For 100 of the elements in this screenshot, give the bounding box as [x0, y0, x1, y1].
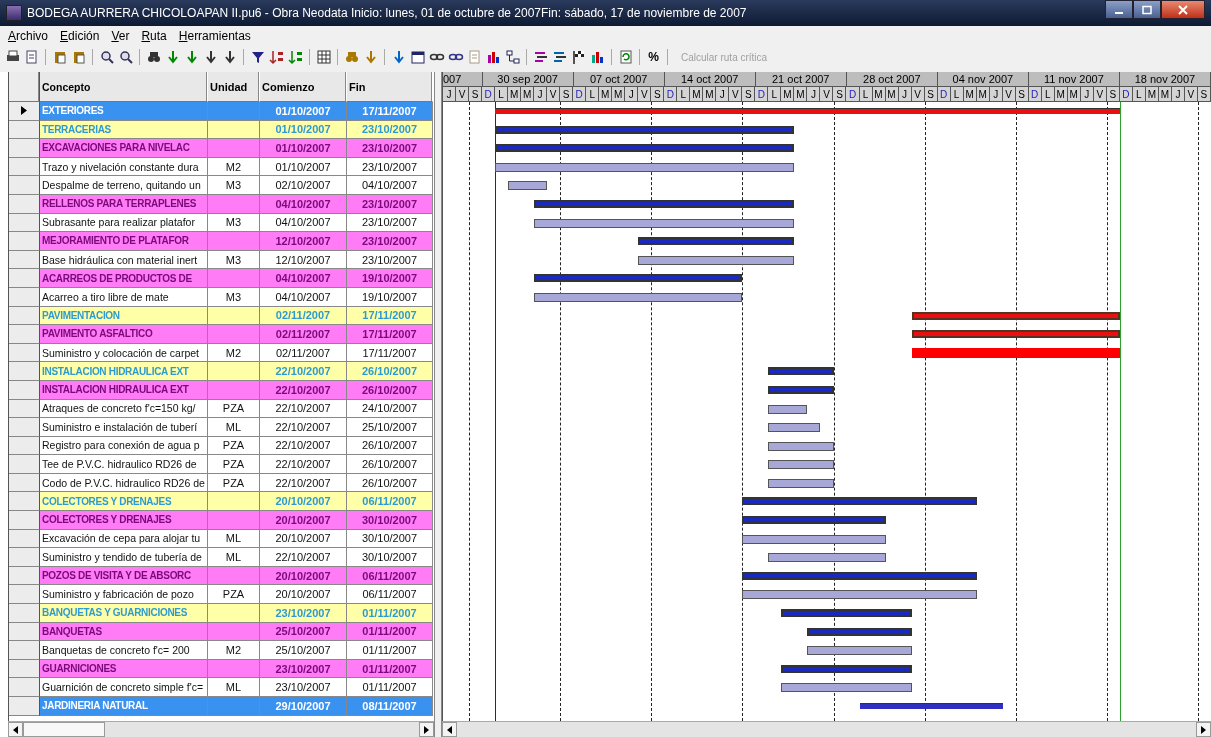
- row-pointer-icon: [21, 106, 27, 116]
- magnifier-icon[interactable]: [98, 48, 115, 66]
- maximize-button[interactable]: [1133, 0, 1161, 19]
- table-cell: 25/10/2007: [347, 418, 433, 437]
- table-cell: [208, 102, 260, 121]
- table-cell: 01/11/2007: [347, 641, 433, 660]
- table-cell: [208, 511, 260, 530]
- day-label: J: [625, 87, 639, 102]
- table-cell: 22/10/2007: [260, 418, 347, 437]
- table-cell: ACARREOS DE PRODUCTOS DE: [40, 269, 208, 288]
- table-cell: 26/10/2007: [347, 455, 433, 474]
- table-cell: 19/10/2007: [347, 269, 433, 288]
- close-button[interactable]: [1161, 0, 1205, 19]
- day-label: J: [807, 87, 821, 102]
- table-cell: 22/10/2007: [260, 436, 347, 456]
- sort-icon[interactable]: [287, 48, 304, 66]
- horizontal-scrollbar[interactable]: [8, 721, 434, 737]
- table-cell: 23/10/2007: [347, 232, 433, 251]
- table-cell: 17/11/2007: [347, 325, 433, 344]
- day-label: J: [443, 87, 456, 102]
- table-cell: 22/10/2007: [260, 455, 347, 474]
- day-label: M: [508, 87, 522, 102]
- row-header[interactable]: [9, 697, 40, 716]
- table-cell: M3: [208, 287, 260, 307]
- table-cell: 30/10/2007: [347, 548, 433, 567]
- magnifier-icon[interactable]: [117, 48, 134, 66]
- column-header[interactable]: Concepto: [40, 72, 208, 102]
- row-header[interactable]: [9, 176, 40, 195]
- row-header[interactable]: [9, 511, 40, 530]
- day-label: D: [482, 87, 496, 102]
- table-cell: [208, 232, 260, 251]
- table-cell: 25/10/2007: [260, 641, 347, 660]
- row-header[interactable]: [9, 585, 40, 605]
- row-header[interactable]: [9, 102, 40, 121]
- table-cell: PZA: [208, 455, 260, 474]
- row-header[interactable]: [9, 418, 40, 437]
- table-cell: 23/10/2007: [347, 139, 433, 158]
- table-cell: 02/10/2007: [260, 176, 347, 195]
- table-cell: 29/10/2007: [260, 697, 347, 716]
- calendar-icon[interactable]: [409, 48, 426, 66]
- table-cell: 01/10/2007: [260, 102, 347, 121]
- horizontal-scrollbar[interactable]: [442, 721, 1211, 737]
- table-cell: 20/10/2007: [260, 529, 347, 549]
- table-cell: BANQUETAS Y GUARNICIONES: [40, 604, 208, 623]
- table-cell: [208, 604, 260, 623]
- table-cell: 22/10/2007: [260, 362, 347, 381]
- minimize-icon: [1115, 11, 1123, 14]
- menu-item[interactable]: Archivo: [8, 29, 49, 43]
- menu-item[interactable]: Edición: [60, 29, 100, 43]
- row-header[interactable]: [9, 325, 40, 344]
- refresh-icon[interactable]: [617, 48, 634, 66]
- table-cell: 20/10/2007: [260, 492, 347, 512]
- maximize-icon: [1141, 4, 1153, 15]
- table-cell: Despalme de terreno, quitando un: [40, 176, 208, 195]
- menu-item[interactable]: Ruta: [141, 29, 167, 43]
- row-header[interactable]: [9, 455, 40, 474]
- table-cell: [208, 139, 260, 158]
- table-cell: 12/10/2007: [260, 232, 347, 251]
- menu-item[interactable]: Ver: [111, 29, 130, 43]
- column-header[interactable]: Unidad: [208, 72, 260, 102]
- table-cell: 26/10/2007: [347, 362, 433, 381]
- day-label: L: [586, 87, 600, 102]
- menu-item[interactable]: Herramientas: [178, 29, 251, 43]
- row-header[interactable]: [9, 548, 40, 567]
- column-header[interactable]: Comienzo: [260, 72, 347, 102]
- sort-icon[interactable]: [268, 48, 285, 66]
- row-header[interactable]: [9, 678, 40, 697]
- day-label: V: [820, 87, 834, 102]
- scroll-left-button[interactable]: [8, 722, 23, 737]
- row-header[interactable]: [9, 641, 40, 660]
- row-header[interactable]: [9, 139, 40, 158]
- table-icon[interactable]: [315, 48, 332, 66]
- table-cell: 08/11/2007: [347, 697, 433, 716]
- day-label: L: [495, 87, 509, 102]
- percent-button[interactable]: %: [645, 48, 662, 66]
- table-cell: 01/11/2007: [347, 604, 433, 623]
- table-cell: 02/11/2007: [260, 325, 347, 344]
- row-header[interactable]: [9, 269, 40, 288]
- day-label: S: [469, 87, 483, 102]
- table-cell: [208, 492, 260, 512]
- day-label: S: [560, 87, 574, 102]
- flag-icon[interactable]: [570, 48, 587, 66]
- table-cell: 01/10/2007: [260, 157, 347, 177]
- table-cell: PAVIMENTO ASFALTICO: [40, 325, 208, 344]
- scroll-right-button[interactable]: [1196, 722, 1211, 737]
- day-label: M: [690, 87, 704, 102]
- table-cell: 23/10/2007: [347, 157, 433, 177]
- day-label: M: [794, 87, 808, 102]
- tree-icon[interactable]: [504, 48, 521, 66]
- day-label: M: [599, 87, 613, 102]
- scroll-left-button[interactable]: [442, 722, 457, 737]
- row-header[interactable]: [9, 604, 40, 623]
- row-header[interactable]: [9, 492, 40, 512]
- row-header[interactable]: [9, 232, 40, 251]
- row-header[interactable]: [9, 362, 40, 381]
- day-label: L: [768, 87, 782, 102]
- column-header[interactable]: Fin: [347, 72, 433, 102]
- table-cell: Banquetas de concreto f'c= 200: [40, 641, 208, 660]
- minimize-button[interactable]: [1105, 0, 1133, 19]
- scroll-right-button[interactable]: [419, 722, 434, 737]
